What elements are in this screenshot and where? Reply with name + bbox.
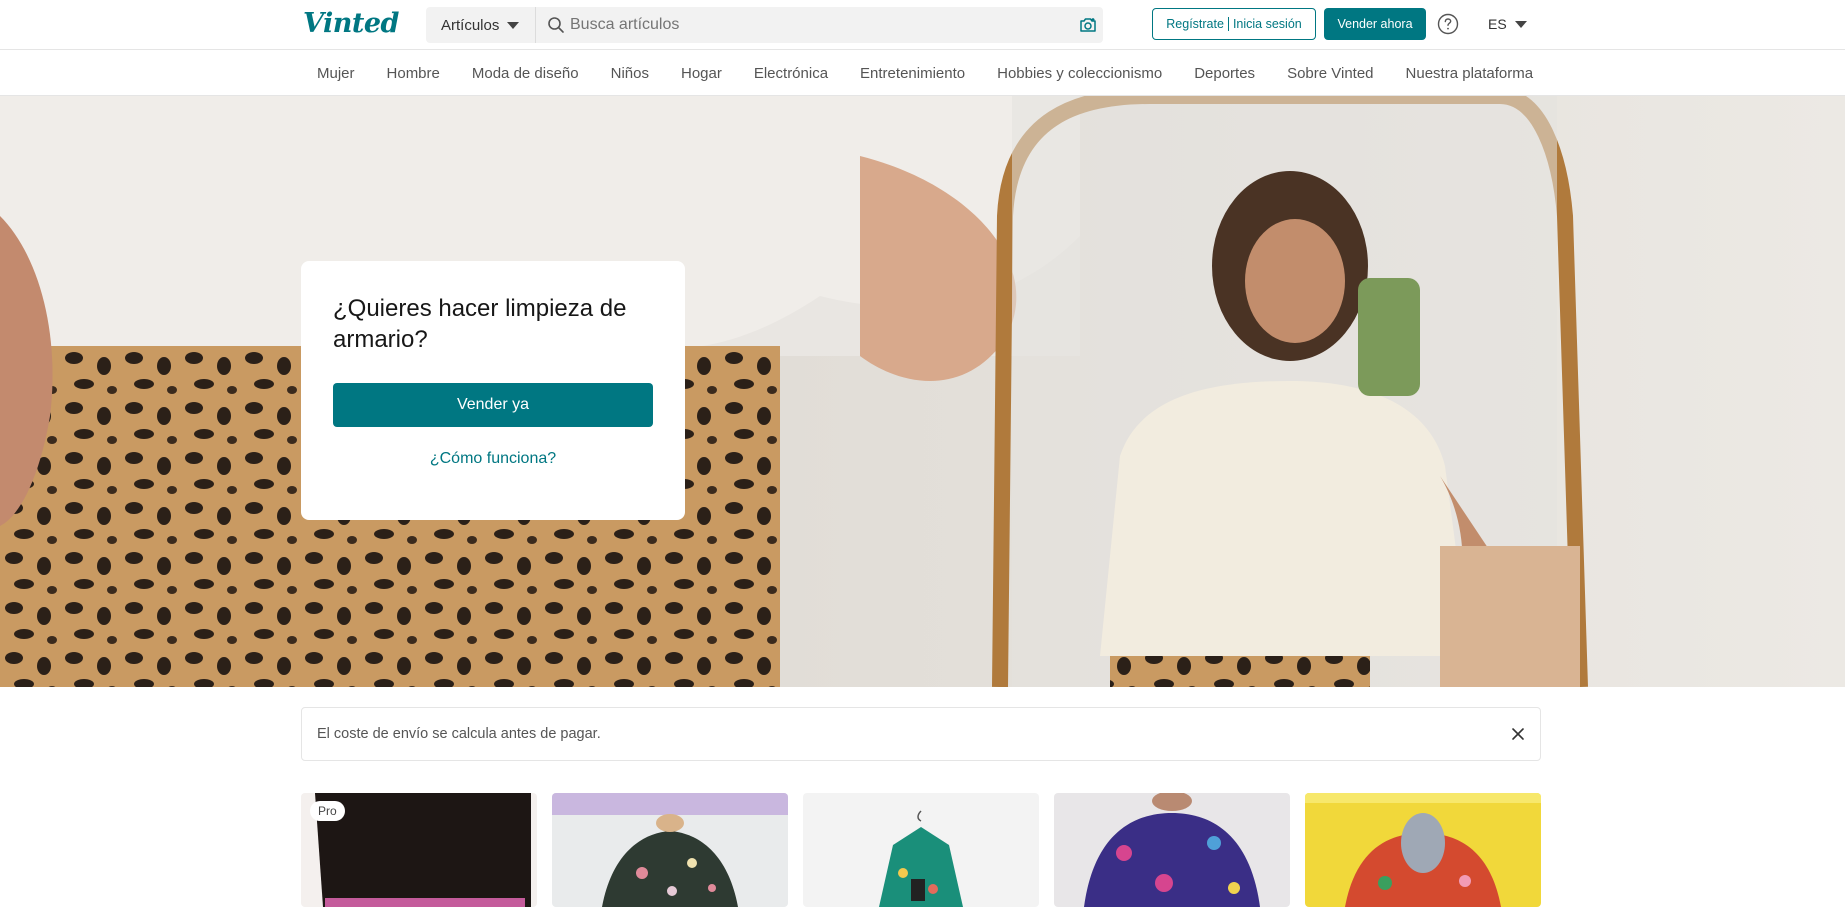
shipping-notice: El coste de envío se calcula antes de pa…	[301, 707, 1541, 761]
help-icon[interactable]	[1437, 13, 1459, 35]
nav-item-ninos[interactable]: Niños	[595, 65, 665, 82]
signup-login-button[interactable]: Regístrate Inicia sesión	[1152, 8, 1316, 40]
divider	[1227, 17, 1229, 31]
login-label[interactable]: Inicia sesión	[1233, 17, 1302, 31]
search-bar: Artículos	[426, 7, 1103, 43]
product-image	[1054, 793, 1290, 907]
sell-now-button[interactable]: Vender ahora	[1324, 8, 1426, 40]
hero-card: ¿Quieres hacer limpieza de armario? Vend…	[301, 261, 685, 520]
vinted-logo[interactable]: Vinted	[303, 8, 399, 39]
hero-image	[0, 96, 1845, 687]
nav-item-electronica[interactable]: Electrónica	[738, 65, 844, 82]
nav-item-mujer[interactable]: Mujer	[301, 65, 371, 82]
search-category-dropdown[interactable]: Artículos	[426, 7, 536, 43]
how-it-works-link[interactable]: ¿Cómo funciona?	[333, 450, 653, 468]
product-image	[552, 793, 788, 907]
nav-item-hombre[interactable]: Hombre	[371, 65, 456, 82]
hero-banner: ¿Quieres hacer limpieza de armario? Vend…	[0, 96, 1845, 687]
product-image	[1305, 793, 1541, 907]
language-selector[interactable]: ES	[1488, 16, 1527, 32]
product-image	[803, 793, 1039, 907]
nav-item-deportes[interactable]: Deportes	[1178, 65, 1271, 82]
search-category-label: Artículos	[441, 16, 500, 34]
product-card[interactable]	[1054, 793, 1290, 907]
product-card[interactable]	[552, 793, 788, 907]
product-card[interactable]	[1305, 793, 1541, 907]
nav-item-hobbies[interactable]: Hobbies y coleccionismo	[981, 65, 1178, 82]
notice-text: El coste de envío se calcula antes de pa…	[317, 726, 601, 742]
product-grid: Pro	[301, 793, 1541, 907]
pro-badge: Pro	[310, 801, 345, 821]
language-label: ES	[1488, 16, 1507, 32]
category-nav: Mujer Hombre Moda de diseño Niños Hogar …	[0, 50, 1845, 96]
chevron-down-icon	[1514, 20, 1527, 28]
sell-now-hero-button[interactable]: Vender ya	[333, 383, 653, 427]
product-card[interactable]: Pro	[301, 793, 537, 907]
signup-label[interactable]: Regístrate	[1166, 17, 1224, 31]
chevron-down-icon	[507, 21, 520, 29]
top-header: Vinted Artículos Regístrate Inicia sesió…	[0, 0, 1845, 50]
camera-icon[interactable]	[1078, 15, 1098, 35]
nav-item-nuestra-plataforma[interactable]: Nuestra plataforma	[1390, 65, 1550, 82]
nav-item-entretenimiento[interactable]: Entretenimiento	[844, 65, 981, 82]
nav-item-moda-diseno[interactable]: Moda de diseño	[456, 65, 595, 82]
hero-title: ¿Quieres hacer limpieza de armario?	[333, 295, 627, 353]
nav-item-hogar[interactable]: Hogar	[665, 65, 738, 82]
nav-item-sobre-vinted[interactable]: Sobre Vinted	[1271, 65, 1389, 82]
search-input[interactable]	[570, 7, 1040, 43]
close-icon[interactable]	[1510, 726, 1526, 742]
search-icon	[548, 17, 564, 33]
product-card[interactable]	[803, 793, 1039, 907]
